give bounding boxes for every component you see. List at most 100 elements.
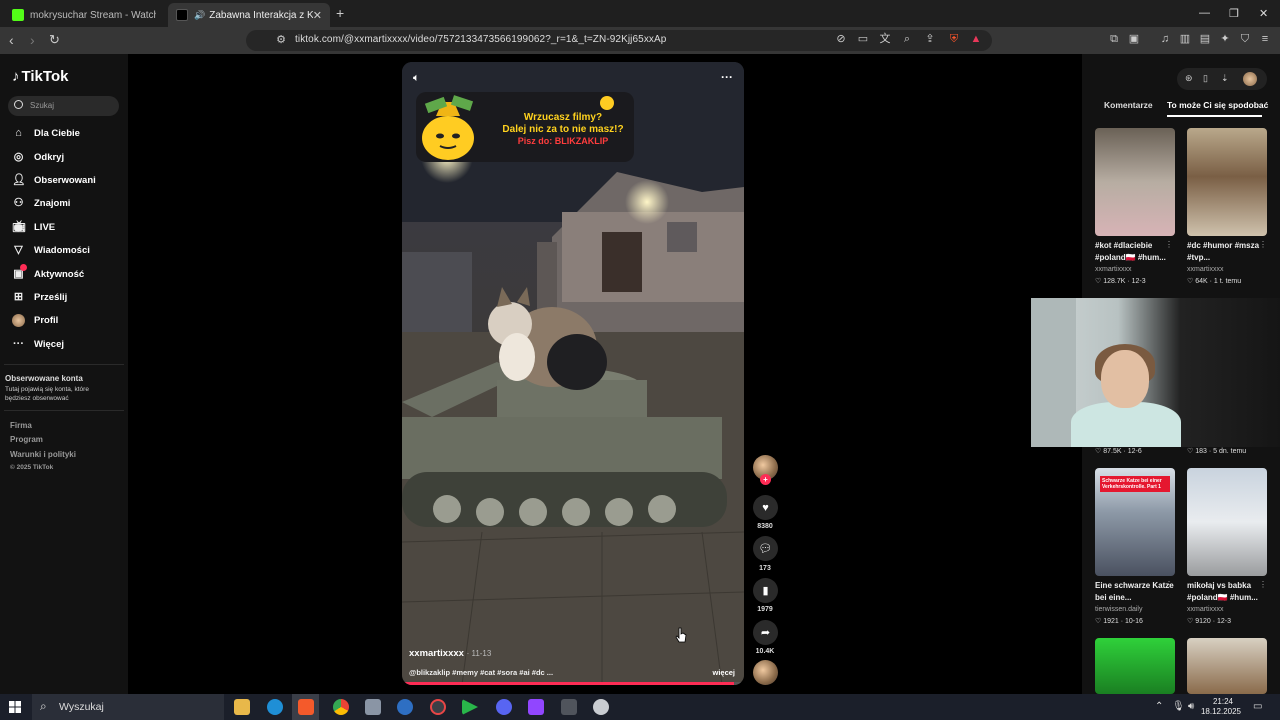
nav-for-you[interactable]: ⌂ Dla Ciebie xyxy=(12,125,80,141)
footer-company[interactable]: Firma xyxy=(10,421,32,430)
tiktok-logo[interactable]: ♪ TikTok xyxy=(12,68,68,85)
share-icon[interactable]: ⇪ xyxy=(924,33,936,45)
brave-shields-icon[interactable]: ⛨ xyxy=(948,33,960,45)
video-thumbnail[interactable] xyxy=(1095,128,1175,236)
share-button[interactable]: ➦ xyxy=(753,620,778,645)
forward-icon[interactable]: › xyxy=(30,32,35,48)
brave-rewards-icon[interactable]: ▲ xyxy=(970,33,982,45)
comment-button[interactable]: 💬︎ xyxy=(753,536,778,561)
close-tab-icon[interactable]: ✕ xyxy=(313,9,322,22)
tab-tiktok-video[interactable]: 🔊 Zabawna Interakcja z Kotem w ✕ xyxy=(168,3,330,27)
tab-recommended[interactable]: To może Ci się spodobać xyxy=(1167,100,1268,110)
windows-start-icon[interactable] xyxy=(9,701,21,713)
volume-icon[interactable]: 🔊︎ xyxy=(1188,701,1194,712)
item-options-icon[interactable]: ⋮ xyxy=(1165,240,1173,249)
screenshot-icon[interactable]: ▣ xyxy=(1128,33,1140,45)
app-icon[interactable] xyxy=(365,699,381,715)
zoom-icon[interactable]: ⌕ xyxy=(901,33,913,45)
wallet-icon[interactable]: ▤ xyxy=(1199,33,1211,45)
obs-icon[interactable] xyxy=(430,699,446,715)
nav-friends[interactable]: ⚇ Znajomi xyxy=(12,195,71,211)
microphone-icon[interactable]: 🎙︎ xyxy=(1172,701,1185,712)
translate-icon[interactable]: 文 xyxy=(879,33,891,45)
more-button[interactable]: więcej xyxy=(712,668,735,677)
file-explorer-icon[interactable] xyxy=(234,699,250,715)
brave-icon[interactable] xyxy=(298,699,314,715)
video-options-icon[interactable]: ··· xyxy=(721,70,733,84)
chrome-icon[interactable] xyxy=(333,699,349,715)
url-text[interactable]: tiktok.com/@xxmartixxxx/video/7572133473… xyxy=(295,34,666,45)
clock-time[interactable]: 21:24 xyxy=(1205,697,1241,706)
search-input[interactable]: Szukaj xyxy=(8,96,119,116)
thumbnail-user[interactable]: xxmartixxxx xyxy=(1187,606,1224,613)
tray-overflow-icon[interactable]: ⌃ xyxy=(1155,701,1163,712)
save-button[interactable]: ▮ xyxy=(753,578,778,603)
video-progress-bar[interactable] xyxy=(402,682,744,685)
video-player[interactable]: Wrzucasz filmy? Dalej nic za to nie masz… xyxy=(402,62,744,685)
banner-line-3: Pisz do: BLIKZAKLIP xyxy=(517,136,609,146)
thumbnail-user[interactable]: tierwissen.daily xyxy=(1095,606,1142,613)
new-tab-button[interactable]: + xyxy=(336,5,344,21)
notifications-icon[interactable]: ▭ xyxy=(1253,701,1262,712)
video-thumbnail[interactable] xyxy=(1187,638,1267,694)
item-options-icon[interactable]: ⋮ xyxy=(1259,240,1267,249)
app-icon[interactable] xyxy=(397,699,413,715)
nav-more[interactable]: ··· Więcej xyxy=(12,336,64,352)
coins-icon[interactable]: ⊛ xyxy=(1185,73,1193,84)
nav-profile[interactable]: Profil xyxy=(12,312,58,328)
app-icon[interactable] xyxy=(528,699,544,715)
tab-comments[interactable]: Komentarze xyxy=(1104,100,1153,110)
restore-icon[interactable]: ❐ xyxy=(1229,7,1239,20)
video-caption[interactable]: @blikzaklip #memy #cat #sora #ai #dc ... xyxy=(409,668,553,677)
thumbnail-user[interactable]: xxmartixxxx xyxy=(1187,266,1224,273)
item-options-icon[interactable]: ⋮ xyxy=(1165,580,1173,589)
app-icon[interactable] xyxy=(561,699,577,715)
app-icon[interactable] xyxy=(593,699,609,715)
minimize-icon[interactable]: — xyxy=(1199,7,1210,19)
music-icon[interactable]: ♫ xyxy=(1159,33,1171,45)
follow-plus-icon[interactable]: + xyxy=(760,474,771,485)
nav-following[interactable]: 👤︎ Obserwowani xyxy=(12,172,96,188)
video-author[interactable]: xxmartixxxx · 11-13 xyxy=(409,648,491,659)
nav-upload[interactable]: ⊞ Prześlij xyxy=(12,289,67,305)
video-thumbnail[interactable] xyxy=(1187,468,1267,576)
footer-program[interactable]: Program xyxy=(10,435,43,444)
cast-icon[interactable]: ▭ xyxy=(857,33,869,45)
nav-messages[interactable]: ▽ Wiadomości xyxy=(12,242,90,258)
thumbnail-user[interactable]: xxmartixxxx xyxy=(1095,266,1132,273)
tab-kick-stream[interactable]: mokrysuchar Stream - Watch Live on xyxy=(4,3,164,27)
vpn-icon[interactable]: ⛉ xyxy=(1239,33,1251,45)
discord-icon[interactable] xyxy=(496,699,512,715)
device-icon[interactable]: ▯ xyxy=(1203,73,1208,84)
nav-explore[interactable]: ◎ Odkryj xyxy=(12,149,64,165)
play-icon[interactable] xyxy=(462,699,478,715)
download-icon[interactable]: ⇣ xyxy=(1221,73,1229,84)
sound-disc-avatar[interactable] xyxy=(753,660,778,685)
volume-icon[interactable]: 🔈︎ xyxy=(413,72,420,85)
edge-icon[interactable] xyxy=(267,699,283,715)
video-thumbnail[interactable]: Schwarze Katze bei einer Verkehrskontrol… xyxy=(1095,468,1175,576)
no-tracking-icon[interactable]: ⊘ xyxy=(835,33,847,45)
tiktok-sidebar: ♪ TikTok Szukaj ⌂ Dla Ciebie ◎ Odkryj 👤︎ Ob… xyxy=(0,54,128,694)
user-avatar[interactable] xyxy=(1243,72,1257,86)
reload-icon[interactable]: ↻ xyxy=(49,32,60,48)
leo-ai-icon[interactable]: ✦ xyxy=(1219,33,1231,45)
logo-text: TikTok xyxy=(21,68,69,85)
site-info-icon[interactable]: ⚙ xyxy=(275,34,287,46)
item-options-icon[interactable]: ⋮ xyxy=(1259,580,1267,589)
extensions-icon[interactable]: ⧉ xyxy=(1108,33,1120,45)
like-button[interactable]: ♥ xyxy=(753,495,778,520)
clock-date[interactable]: 18.12.2025 xyxy=(1200,707,1242,716)
sidebar-toggle-icon[interactable]: ▥ xyxy=(1179,33,1191,45)
nav-activity[interactable]: ▣ Aktywność xyxy=(12,263,84,282)
video-thumbnail[interactable] xyxy=(1095,638,1175,694)
menu-icon[interactable]: ≡ xyxy=(1259,33,1271,45)
window-close-icon[interactable]: ✕ xyxy=(1259,7,1268,20)
back-icon[interactable]: ‹ xyxy=(9,32,14,48)
audio-playing-icon[interactable]: 🔊 xyxy=(194,10,205,21)
video-thumbnail[interactable] xyxy=(1187,128,1267,236)
taskbar-search[interactable]: ⌕ Wyszukaj xyxy=(32,694,224,720)
nav-live[interactable]: 📺︎ LIVE xyxy=(12,219,55,235)
author-name[interactable]: xxmartixxxx xyxy=(409,648,464,659)
footer-terms[interactable]: Warunki i polityki xyxy=(10,450,76,459)
